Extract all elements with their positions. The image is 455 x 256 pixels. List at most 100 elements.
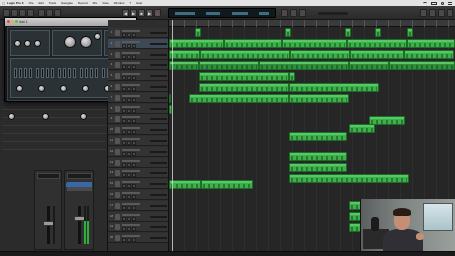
track-name-placeholder[interactable] — [122, 138, 140, 140]
track-name-placeholder[interactable] — [122, 105, 140, 108]
smart-controls-button[interactable] — [38, 9, 45, 17]
mute-button[interactable] — [122, 43, 126, 48]
solo-button[interactable] — [127, 76, 131, 81]
loop-browser-button[interactable] — [438, 9, 445, 17]
track-header[interactable]: 1 — [108, 28, 168, 38]
track-volume-slider[interactable] — [150, 42, 167, 45]
track-header[interactable]: 4 — [108, 60, 168, 71]
track-volume-slider[interactable] — [150, 140, 167, 142]
cutoff-knob[interactable] — [64, 36, 76, 48]
region-header[interactable] — [390, 62, 454, 64]
midi-region[interactable] — [347, 39, 407, 48]
quick-help-button[interactable] — [19, 9, 26, 17]
midi-region[interactable] — [375, 28, 381, 37]
track-volume-slider[interactable] — [150, 118, 167, 121]
record-enable-button[interactable] — [132, 76, 136, 81]
region-header[interactable] — [283, 40, 346, 42]
list-editors-button[interactable] — [420, 9, 427, 17]
track-header[interactable]: 7 — [108, 92, 168, 103]
track-name-placeholder[interactable] — [122, 51, 140, 54]
region-header[interactable] — [408, 29, 412, 31]
record-enable-button[interactable] — [132, 151, 136, 156]
region-header[interactable] — [350, 125, 374, 127]
region-header[interactable] — [170, 40, 223, 42]
region-header[interactable] — [200, 84, 288, 86]
solo-button[interactable] — [127, 227, 131, 232]
region-header[interactable] — [290, 95, 348, 97]
solo-button[interactable] — [127, 87, 131, 91]
region-header[interactable] — [290, 164, 346, 166]
midi-region[interactable] — [349, 124, 375, 133]
midi-region[interactable] — [407, 28, 413, 37]
track-name-placeholder[interactable] — [122, 202, 140, 205]
track-volume-slider[interactable] — [150, 215, 167, 218]
region-header[interactable] — [201, 51, 289, 53]
track-name-placeholder[interactable] — [122, 213, 140, 216]
track-volume-slider[interactable] — [150, 226, 167, 229]
record-enable-button[interactable] — [132, 162, 136, 167]
track-name-placeholder[interactable] — [122, 159, 140, 162]
menu-record[interactable]: Record — [78, 1, 88, 5]
close-icon[interactable] — [7, 20, 10, 23]
solo-button[interactable] — [127, 97, 131, 102]
track-name-placeholder[interactable] — [122, 235, 140, 238]
midi-region[interactable] — [201, 180, 253, 189]
midi-region[interactable] — [195, 28, 201, 37]
osc-knob[interactable] — [14, 40, 21, 47]
midi-region[interactable] — [407, 39, 455, 48]
battery-icon[interactable] — [431, 1, 437, 5]
menu-mix[interactable]: Mix — [93, 1, 98, 5]
library-button[interactable] — [3, 9, 10, 17]
mute-button[interactable] — [122, 216, 126, 221]
mute-button[interactable] — [122, 195, 126, 199]
midi-region[interactable] — [169, 50, 200, 59]
eq-thumbnail[interactable] — [37, 173, 60, 179]
track-volume-slider[interactable] — [150, 204, 167, 207]
mute-button[interactable] — [122, 151, 126, 156]
mute-button[interactable] — [122, 238, 126, 243]
record-enable-button[interactable] — [132, 97, 136, 102]
midi-region[interactable] — [349, 61, 389, 70]
solo-button[interactable] — [127, 43, 131, 48]
mute-button[interactable] — [122, 184, 126, 189]
track-header[interactable]: 13 — [108, 157, 168, 168]
lfo-sliders[interactable] — [58, 68, 76, 78]
region-header[interactable] — [290, 84, 378, 86]
region-header[interactable] — [370, 117, 404, 119]
region-header[interactable] — [170, 181, 200, 183]
mute-button[interactable] — [122, 97, 126, 102]
region-header[interactable] — [405, 51, 453, 53]
param-row[interactable] — [2, 130, 106, 134]
track-name-placeholder[interactable] — [122, 94, 140, 97]
region-header[interactable] — [286, 29, 290, 31]
tuner-button[interactable] — [290, 9, 297, 17]
track-header[interactable]: 9 — [108, 114, 168, 125]
midi-region[interactable] — [285, 28, 291, 37]
track-volume-slider[interactable] — [150, 129, 167, 132]
solo-button[interactable] — [127, 108, 131, 113]
track-header[interactable]: 2 — [108, 38, 168, 49]
region-header[interactable] — [202, 181, 252, 183]
midi-region[interactable] — [289, 152, 347, 161]
midi-region[interactable] — [169, 39, 224, 48]
midi-region[interactable] — [199, 61, 259, 70]
region-header[interactable] — [170, 62, 198, 64]
solo-button[interactable] — [127, 205, 131, 210]
track-name-placeholder[interactable] — [122, 62, 140, 65]
track-header[interactable]: 12 — [108, 146, 168, 157]
track-header[interactable]: 15 — [108, 179, 168, 190]
track-name-placeholder[interactable] — [122, 192, 140, 194]
mute-button[interactable] — [122, 33, 126, 37]
envelope-sliders[interactable] — [36, 68, 54, 78]
menu-edit[interactable]: Edit — [39, 1, 44, 5]
pan-knob[interactable] — [8, 113, 15, 120]
mod-knob[interactable] — [60, 85, 67, 92]
record-enable-button[interactable] — [132, 87, 136, 91]
master-volume[interactable] — [318, 12, 348, 15]
midi-region[interactable] — [169, 94, 171, 103]
record-enable-button[interactable] — [132, 205, 136, 210]
midi-region[interactable] — [404, 50, 454, 59]
region-header[interactable] — [170, 106, 171, 108]
resonance-knob[interactable] — [80, 36, 92, 48]
track-name-placeholder[interactable] — [122, 84, 140, 86]
